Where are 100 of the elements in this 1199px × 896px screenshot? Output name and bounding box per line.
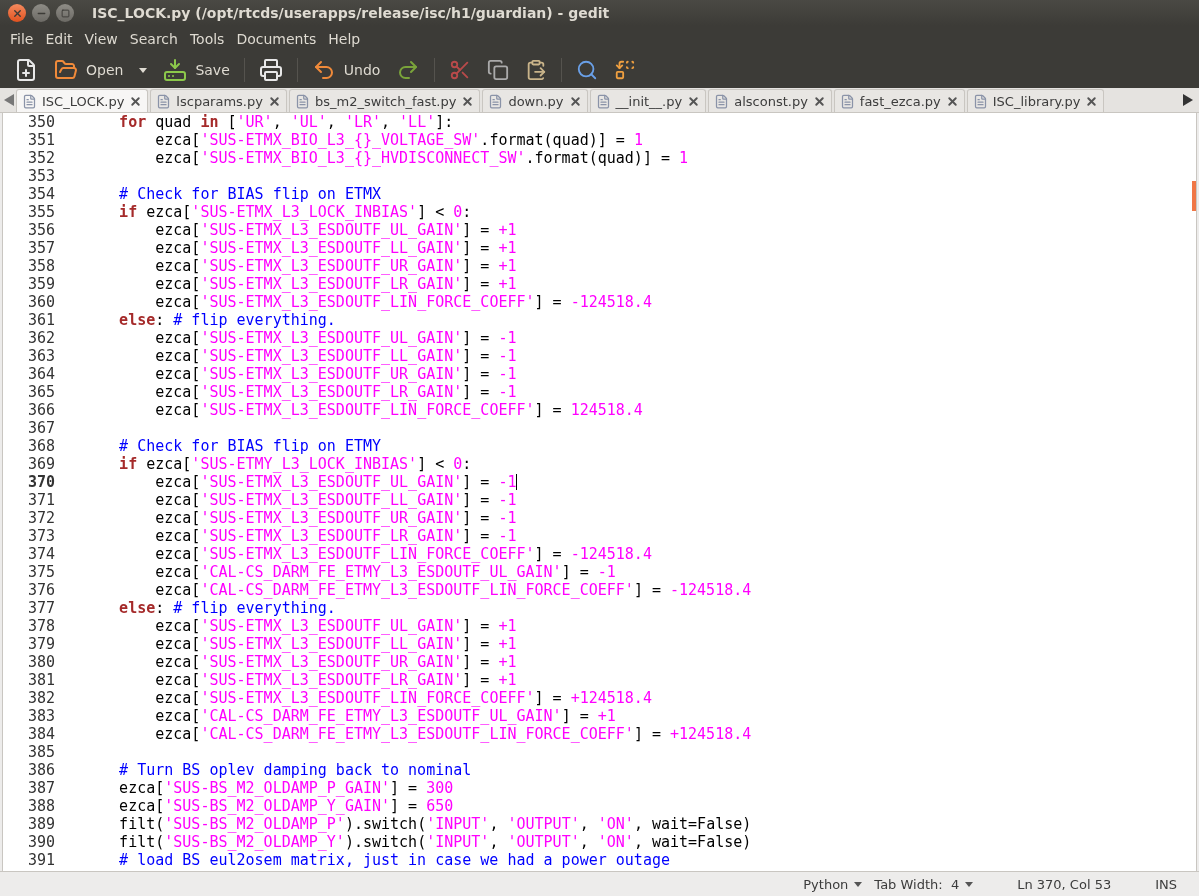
- minimize-button[interactable]: [32, 4, 50, 22]
- code-text: 'SUS-ETMX_L3_ESDOUTF_UR_GAIN': [200, 257, 463, 275]
- close-icon: [11, 7, 23, 19]
- code-text: ezca[: [155, 401, 201, 419]
- close-icon[interactable]: [812, 94, 826, 108]
- file-tab[interactable]: alsconst.py: [708, 89, 832, 112]
- code-text: ] =: [462, 347, 491, 365]
- code-text: .format(quad)] =: [525, 149, 671, 167]
- code-text: 'SUS-ETMX_L3_ESDOUTF_LIN_FORCE_COEFF': [200, 293, 535, 311]
- code-text: ,: [326, 113, 337, 131]
- tab-label: down.py: [508, 93, 564, 109]
- line-number: 356: [26, 221, 56, 239]
- code-text: ] =: [462, 329, 491, 347]
- code-text: ezca[: [155, 509, 201, 527]
- close-icon[interactable]: [129, 94, 143, 108]
- dropdown-arrow-icon: [965, 881, 974, 887]
- code-text: +1: [498, 221, 517, 239]
- code-text: ezca[: [155, 707, 201, 725]
- menu-item[interactable]: Edit: [39, 31, 79, 47]
- code-text: filt(: [119, 815, 165, 833]
- save-button[interactable]: Save: [157, 54, 236, 86]
- code-text: 'SUS-ETMX_L3_ESDOUTF_UR_GAIN': [200, 365, 463, 383]
- line-number: 384: [26, 725, 56, 743]
- code-text: ] =: [462, 635, 491, 653]
- code-text: +1: [498, 617, 517, 635]
- scroll-left-icon[interactable]: [4, 94, 14, 106]
- code-text: ezca[: [155, 689, 201, 707]
- close-icon[interactable]: [267, 94, 281, 108]
- tab-label: ISC_LOCK.py: [42, 93, 125, 109]
- code-text: 'SUS-ETMX_BIO_L3_{}_HVDISCONNECT_SW': [200, 149, 526, 167]
- code-text: -1: [498, 527, 517, 545]
- code-text: ezca[: [155, 131, 201, 149]
- code-text: 1: [633, 131, 643, 149]
- file-tab[interactable]: ISC_library.py: [966, 89, 1105, 112]
- code-text: ezca[: [155, 635, 201, 653]
- tab-label: alsconst.py: [734, 93, 808, 109]
- file-tab[interactable]: down.py: [482, 89, 588, 112]
- code-text: +1: [498, 671, 517, 689]
- file-tab[interactable]: __init__.py: [589, 89, 707, 112]
- file-tab[interactable]: lscparams.py: [150, 89, 287, 112]
- menu-item[interactable]: Documents: [230, 31, 323, 47]
- line-number: 378: [26, 617, 56, 635]
- text-editor[interactable]: [2, 113, 1197, 871]
- line-number: 350: [26, 113, 56, 131]
- line-number: 366: [26, 401, 56, 419]
- line-number: 390: [26, 833, 56, 851]
- close-icon[interactable]: [1085, 94, 1099, 108]
- code-text: ] =: [462, 671, 491, 689]
- file-tab[interactable]: fast_ezca.py: [833, 89, 965, 112]
- close-icon[interactable]: [461, 94, 475, 108]
- language-selector[interactable]: Python: [803, 876, 863, 892]
- undo-button[interactable]: Undo: [305, 54, 387, 86]
- file-tab[interactable]: bs_m2_switch_fast.py: [288, 89, 481, 112]
- line-number: 362: [26, 329, 56, 347]
- maximize-icon: [60, 8, 70, 18]
- code-text: 'CAL-CS_DARM_FE_ETMY_L3_ESDOUTF_LIN_FORCE_COEFF': [200, 581, 634, 599]
- close-icon[interactable]: [945, 94, 959, 108]
- line-number: 380: [26, 653, 56, 671]
- code-text: ezca[: [155, 527, 201, 545]
- code-text: ] =: [462, 473, 491, 491]
- close-icon[interactable]: [687, 94, 701, 108]
- code-text: ]:: [435, 113, 454, 131]
- code-text: [: [226, 113, 237, 131]
- menu-item[interactable]: View: [78, 31, 124, 47]
- code-text: ezca[: [119, 797, 165, 815]
- code-text: ezca[: [155, 563, 201, 581]
- code-text: ] =: [390, 797, 419, 815]
- close-icon[interactable]: [568, 94, 582, 108]
- code-text: 'SUS-ETMX_L3_ESDOUTF_UR_GAIN': [200, 509, 463, 527]
- menu-item[interactable]: Help: [322, 31, 367, 47]
- code-text: ] <: [417, 455, 446, 473]
- line-number: 379: [26, 635, 56, 653]
- code-text: 'SUS-ETMX_L3_ESDOUTF_LIN_FORCE_COEFF': [200, 401, 535, 419]
- code-text: 'SUS-ETMX_L3_ESDOUTF_LL_GAIN': [200, 347, 463, 365]
- menu-item[interactable]: Search: [123, 31, 184, 47]
- code-text: -1: [597, 563, 616, 581]
- line-number: 381: [26, 671, 56, 689]
- code-text: 'CAL-CS_DARM_FE_ETMY_L3_ESDOUTF_LIN_FORCE_COEFF': [200, 725, 634, 743]
- code-text: 'INPUT': [426, 833, 490, 851]
- code-text: -1: [498, 347, 517, 365]
- menu-item[interactable]: File: [4, 31, 40, 47]
- open-button[interactable]: Open: [48, 54, 130, 86]
- maximize-button[interactable]: [56, 4, 74, 22]
- code-text: :: [462, 203, 472, 221]
- code-text: 'SUS-ETMX_L3_ESDOUTF_LIN_FORCE_COEFF': [200, 689, 535, 707]
- code-text: ,: [579, 815, 590, 833]
- code-text: ).switch(: [344, 833, 427, 851]
- code-text: 'LL': [399, 113, 436, 131]
- line-number: 363: [26, 347, 56, 365]
- tab-width-selector[interactable]: Tab Width: 4: [874, 876, 974, 892]
- tab-label: fast_ezca.py: [859, 93, 941, 109]
- code-text: 'SUS-ETMX_L3_ESDOUTF_UL_GAIN': [200, 473, 463, 491]
- code-text: else: [119, 599, 156, 617]
- clipboard-icon: [525, 59, 548, 81]
- scroll-right-icon[interactable]: [1183, 94, 1193, 106]
- menu-item[interactable]: Tools: [183, 31, 231, 47]
- code-text: -124518.4: [570, 293, 652, 311]
- line-number: 391: [26, 851, 56, 869]
- close-button[interactable]: [8, 4, 26, 22]
- file-tab[interactable]: ISC_LOCK.py: [16, 89, 149, 112]
